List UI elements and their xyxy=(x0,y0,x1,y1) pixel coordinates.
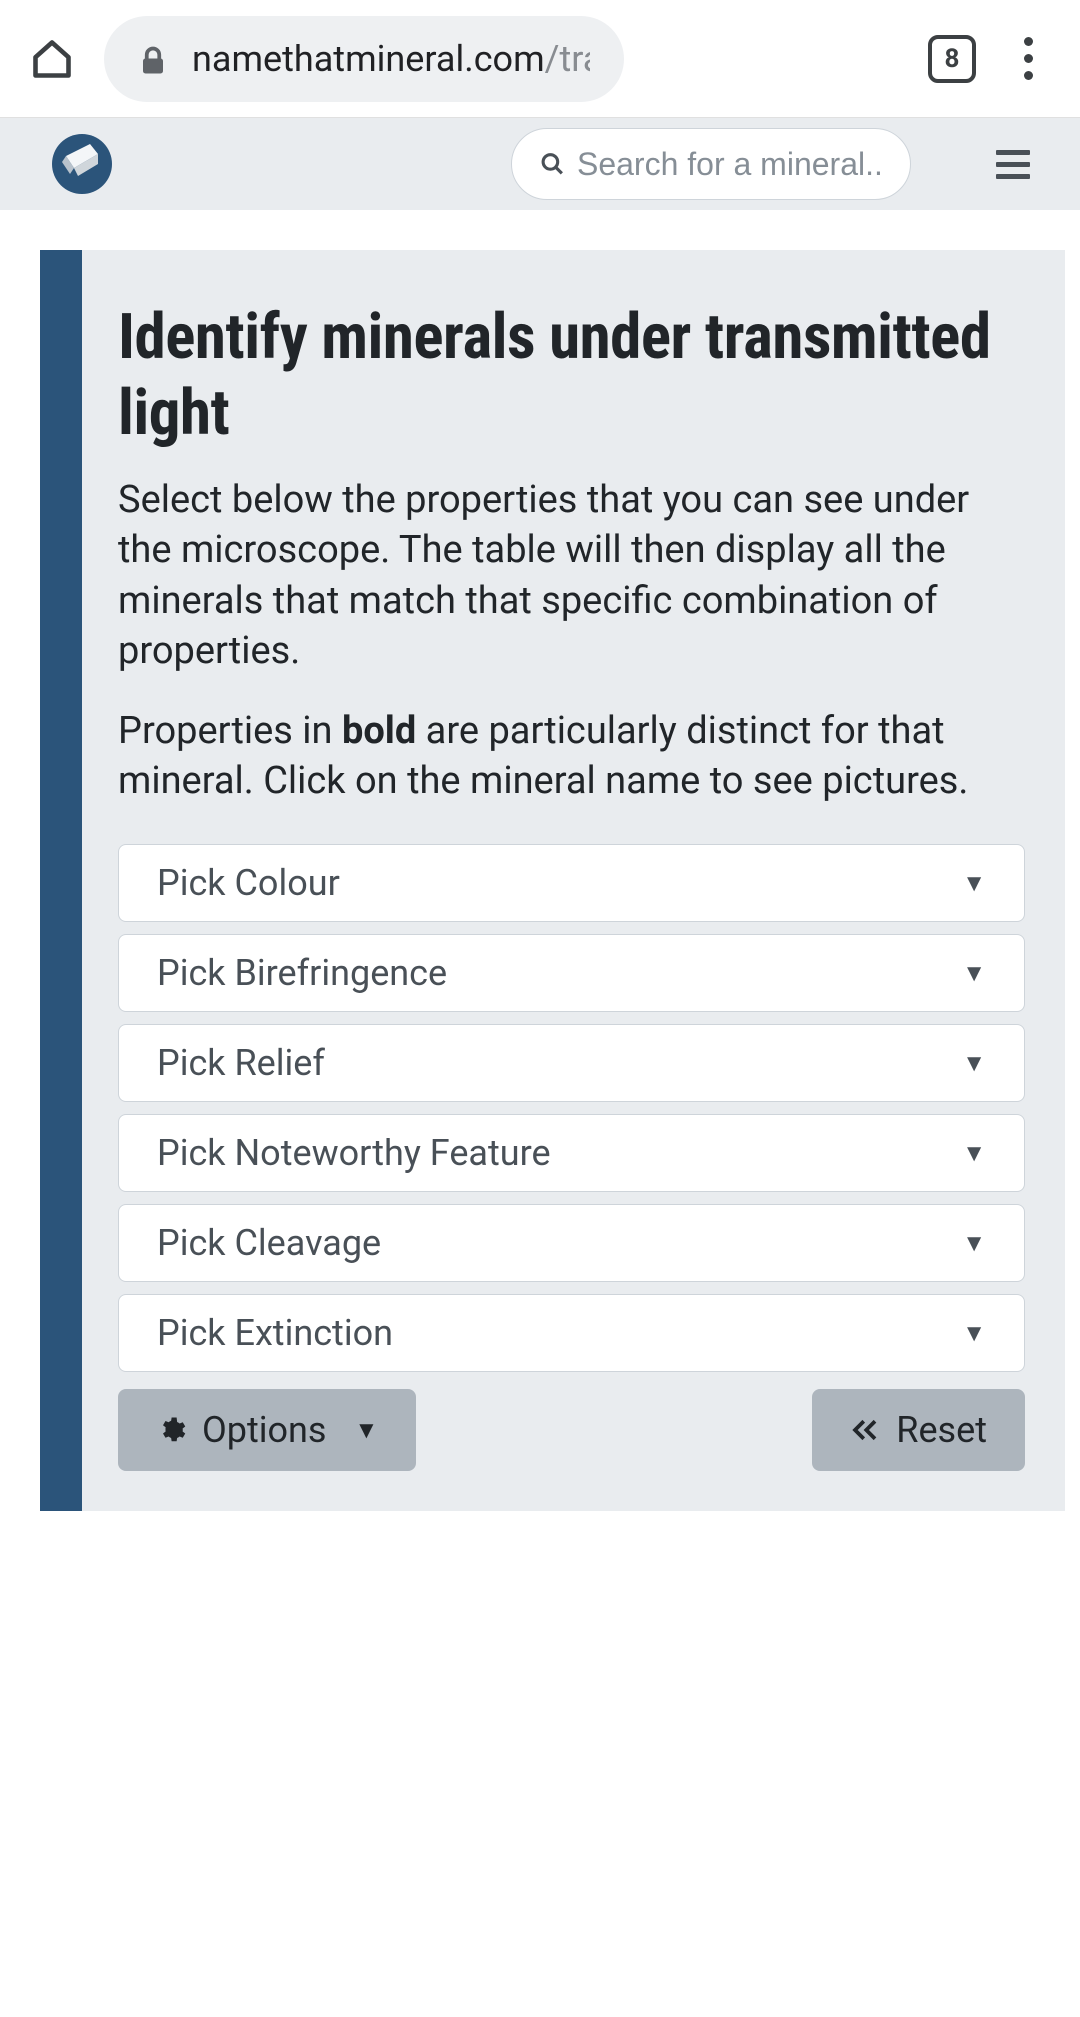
url-text: namethatmineral.com/trans xyxy=(192,38,590,80)
double-chevron-left-icon xyxy=(850,1415,880,1445)
button-row: Options ▼ Reset xyxy=(118,1389,1025,1471)
search-input[interactable] xyxy=(577,146,882,183)
browser-bar: namethatmineral.com/trans 8 xyxy=(0,0,1080,118)
chevron-down-icon: ▼ xyxy=(962,959,986,988)
url-bar[interactable]: namethatmineral.com/trans xyxy=(104,16,624,102)
gear-icon xyxy=(156,1415,186,1445)
chevron-down-icon: ▼ xyxy=(962,1139,986,1168)
intro-paragraph-1: Select below the properties that you can… xyxy=(118,475,1025,676)
site-header xyxy=(0,118,1080,210)
dropdown-noteworthy-feature[interactable]: Pick Noteworthy Feature ▼ xyxy=(118,1114,1025,1192)
url-path: /trans xyxy=(545,38,590,80)
chevron-down-icon: ▼ xyxy=(962,1319,986,1348)
chevron-down-icon: ▼ xyxy=(962,1049,986,1078)
lock-icon xyxy=(138,44,168,74)
dropdown-label: Pick Extinction xyxy=(157,1312,393,1354)
site-logo[interactable] xyxy=(52,134,112,194)
options-button[interactable]: Options ▼ xyxy=(118,1389,416,1471)
identify-panel: Identify minerals under transmitted ligh… xyxy=(40,250,1065,1511)
tab-count-value: 8 xyxy=(945,44,960,74)
dropdown-colour[interactable]: Pick Colour ▼ xyxy=(118,844,1025,922)
caret-down-icon: ▼ xyxy=(355,1416,379,1445)
dropdown-extinction[interactable]: Pick Extinction ▼ xyxy=(118,1294,1025,1372)
page-title: Identify minerals under transmitted ligh… xyxy=(118,300,1025,451)
tab-count-badge[interactable]: 8 xyxy=(928,35,976,83)
search-container[interactable] xyxy=(511,128,911,200)
search-icon xyxy=(540,150,565,178)
dropdown-cleavage[interactable]: Pick Cleavage ▼ xyxy=(118,1204,1025,1282)
dropdown-birefringence[interactable]: Pick Birefringence ▼ xyxy=(118,934,1025,1012)
dropdown-relief[interactable]: Pick Relief ▼ xyxy=(118,1024,1025,1102)
hamburger-menu-icon[interactable] xyxy=(996,150,1030,179)
chevron-down-icon: ▼ xyxy=(962,869,986,898)
options-button-label: Options xyxy=(202,1409,327,1451)
dropdown-list: Pick Colour ▼ Pick Birefringence ▼ Pick … xyxy=(118,844,1025,1372)
url-host: namethatmineral.com xyxy=(192,38,545,80)
reset-button[interactable]: Reset xyxy=(812,1389,1025,1471)
dropdown-label: Pick Colour xyxy=(157,862,340,904)
dropdown-label: Pick Relief xyxy=(157,1042,325,1084)
dropdown-label: Pick Birefringence xyxy=(157,952,447,994)
main-content: Identify minerals under transmitted ligh… xyxy=(0,210,1080,1511)
browser-menu-icon[interactable] xyxy=(1006,37,1050,81)
home-icon[interactable] xyxy=(30,37,74,81)
dropdown-label: Pick Cleavage xyxy=(157,1222,381,1264)
chevron-down-icon: ▼ xyxy=(962,1229,986,1258)
reset-button-label: Reset xyxy=(896,1409,987,1451)
intro-paragraph-2: Properties in bold are particularly dist… xyxy=(118,706,1025,806)
dropdown-label: Pick Noteworthy Feature xyxy=(157,1132,551,1174)
